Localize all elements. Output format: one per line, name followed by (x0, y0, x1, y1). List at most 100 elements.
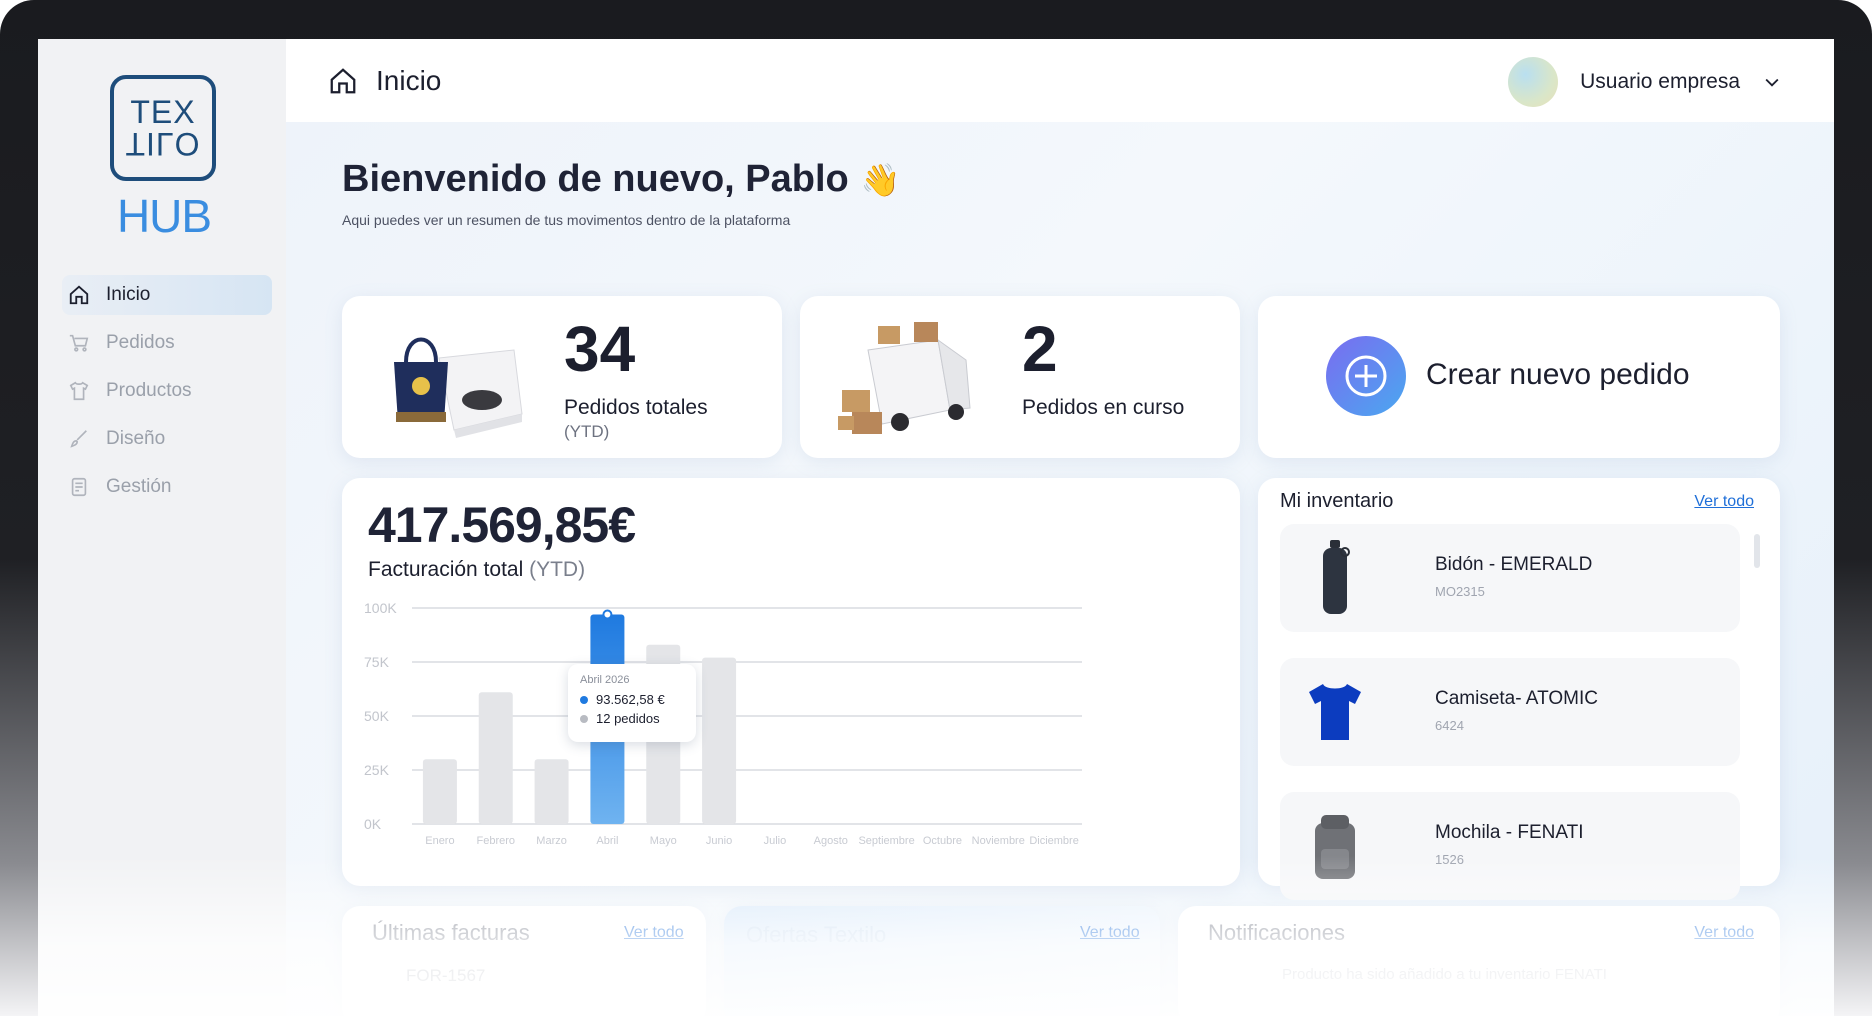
cart-icon (66, 330, 92, 356)
chart-bar-junio[interactable] (702, 657, 737, 824)
x-tick-label: Agosto (814, 835, 848, 847)
logo: TEX TILO (110, 75, 216, 181)
notification-row[interactable]: Producto ha sido añadido a tu inventario… (1282, 966, 1607, 983)
welcome-subtitle: Aqui puedes ver un resumen de tus movime… (342, 212, 791, 228)
x-tick-label: Noviembre (972, 835, 1025, 847)
orders-in-progress-label: Pedidos en curso (1022, 396, 1185, 419)
sidebar-item-label: Inicio (106, 284, 151, 305)
sidebar-nav: Inicio Pedidos Productos Diseño Gestión (62, 275, 272, 515)
user-menu[interactable]: Usuario empresa (1508, 57, 1782, 107)
delivery-truck-icon (838, 322, 971, 434)
revenue-label-text: Facturación total (368, 558, 524, 581)
y-tick-label: 0K (364, 816, 382, 832)
inventory-item-name: Mochila - FENATI (1435, 822, 1584, 843)
revenue-bar-chart: 0K 25K 50K 75K 100K Enero Febrero Marzo Abril May… (364, 600, 1082, 847)
home-icon (66, 282, 92, 308)
notifications-title: Notificaciones (1208, 920, 1345, 945)
inventory-item-name: Bidón - EMERALD (1435, 554, 1593, 575)
chart-tooltip: Abril 2026 93.562,58 € 12 pedidos (568, 664, 696, 742)
home-icon (330, 67, 356, 93)
logo-bottom-text: TILO (125, 126, 201, 162)
sidebar-item-label: Pedidos (106, 332, 175, 353)
tooltip-amount: 93.562,58 € (596, 692, 665, 707)
create-order-button[interactable]: Crear nuevo pedido (1258, 296, 1780, 458)
backpack-icon (1296, 800, 1374, 892)
welcome-title: Bienvenido de nuevo, Pablo 👋 (342, 158, 901, 201)
offers-card: Ofertas Textilo Ver todo (724, 906, 1160, 1016)
bottle-icon (1296, 532, 1374, 624)
chart-bar-marzo[interactable] (534, 759, 569, 824)
tooltip-title: Abril 2026 (580, 674, 630, 686)
x-tick-label: Octubre (923, 835, 962, 847)
x-tick-label: Mayo (650, 835, 677, 847)
x-tick-label: Julio (764, 835, 787, 847)
page-title: Inicio (376, 64, 442, 96)
inventory-see-all-link[interactable]: Ver todo (1694, 493, 1754, 511)
x-tick-label: Marzo (536, 835, 567, 847)
inventory-item[interactable]: Bidón - EMERALD MO2315 (1280, 524, 1740, 632)
x-tick-label: Enero (425, 835, 454, 847)
chevron-down-icon[interactable] (1762, 72, 1782, 92)
app-screen: TEX TILO HUB Inicio Pedidos Productos Di… (38, 39, 1834, 1016)
document-icon (66, 474, 92, 500)
sidebar-item-productos[interactable]: Productos (62, 371, 272, 411)
sidebar-item-diseno[interactable]: Diseño (62, 419, 272, 459)
total-orders-label: Pedidos totales (564, 396, 708, 419)
sidebar-item-label: Diseño (106, 428, 166, 449)
notifications-see-all-link[interactable]: Ver todo (1694, 924, 1754, 942)
y-tick-label: 75K (364, 654, 390, 670)
revenue-label-sub: (YTD) (529, 558, 586, 581)
sidebar-item-label: Gestión (106, 476, 172, 497)
y-tick-label: 100K (364, 600, 397, 616)
inventory-item-code: MO2315 (1435, 584, 1485, 599)
x-tick-label: Abril (596, 835, 618, 847)
tooltip-amount-row: 93.562,58 € (580, 692, 684, 707)
invoices-title: Últimas facturas (372, 920, 530, 945)
notifications-card: Notificaciones Ver todo Producto ha sido… (1178, 906, 1780, 1016)
inventory-card: Mi inventario Ver todo Bidón - EMERALD M… (1258, 478, 1780, 900)
invoices-see-all-link[interactable]: Ver todo (624, 924, 684, 942)
orders-in-progress-card[interactable]: 2 Pedidos en curso (800, 296, 1240, 458)
invoices-card: Últimas facturas Ver todo FOR-1567 (342, 906, 706, 1016)
sidebar-item-pedidos[interactable]: Pedidos (62, 323, 272, 363)
orders-dot-icon (580, 714, 588, 723)
total-orders-card[interactable]: 34 Pedidos totales (YTD) (342, 296, 782, 458)
x-tick-label: Junio (706, 835, 732, 847)
tooltip-orders: 12 pedidos (596, 711, 660, 726)
amount-dot-icon (580, 695, 588, 704)
user-name: Usuario empresa (1580, 70, 1740, 93)
inventory-item-code: 6424 (1435, 718, 1464, 733)
plus-icon (1326, 336, 1406, 416)
chart-bar-enero[interactable] (422, 759, 457, 824)
logo-top-text: TEX (130, 94, 196, 130)
x-tick-label: Diciembre (1029, 835, 1079, 847)
revenue-card: 417.569,85€ Facturación total (YTD) 0K 25… (342, 478, 1240, 886)
inventory-item-name: Camiseta- ATOMIC (1435, 688, 1598, 709)
inventory-scrollbar[interactable] (1754, 534, 1760, 568)
offers-see-all-link[interactable]: Ver todo (1080, 924, 1140, 942)
inventory-title: Mi inventario (1280, 490, 1394, 512)
shirt-icon (66, 378, 92, 404)
x-tick-label: Septiembre (858, 835, 914, 847)
chart-bar-febrero[interactable] (478, 692, 513, 824)
chart-highlight-point (602, 609, 613, 620)
wave-emoji: 👋 (860, 162, 901, 198)
avatar[interactable] (1508, 57, 1559, 107)
inventory-item-code: 1526 (1435, 852, 1464, 867)
invoice-row[interactable]: FOR-1567 (406, 966, 485, 986)
main-content: Bienvenido de nuevo, Pablo 👋 Aqui puedes … (286, 122, 1834, 1016)
x-tick-label: Febrero (476, 835, 515, 847)
create-order-label: Crear nuevo pedido (1426, 358, 1690, 391)
sidebar-item-label: Productos (106, 380, 192, 401)
sidebar-item-inicio[interactable]: Inicio (62, 275, 272, 315)
sidebar: TEX TILO HUB Inicio Pedidos Productos Di… (38, 39, 286, 1016)
top-header: Inicio Usuario empresa (286, 39, 1834, 122)
revenue-label: Facturación total (YTD) (368, 558, 585, 582)
tshirt-icon (1296, 666, 1374, 758)
revenue-value: 417.569,85€ (368, 497, 636, 553)
brush-icon (66, 426, 92, 452)
sidebar-item-gestion[interactable]: Gestión (62, 467, 272, 507)
total-orders-sub: (YTD) (564, 422, 610, 441)
inventory-item[interactable]: Camiseta- ATOMIC 6424 (1280, 658, 1740, 766)
inventory-item[interactable]: Mochila - FENATI 1526 (1280, 792, 1740, 900)
